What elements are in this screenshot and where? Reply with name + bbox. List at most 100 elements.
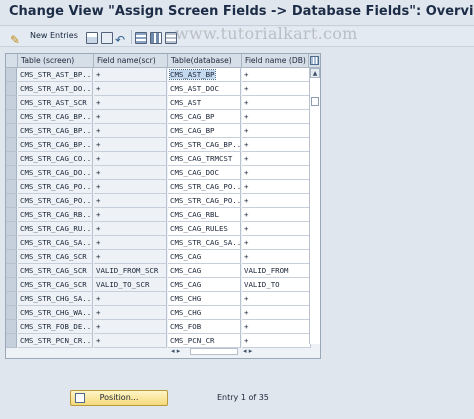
scroll-up-icon[interactable]: ▲ [310,68,320,78]
cell-table-database[interactable]: CMS_STR_CAG_BP... [168,138,241,152]
scroll-left-icon[interactable]: ◂ ▸ [171,346,180,357]
horizontal-scrollbar[interactable] [190,348,238,355]
cell-table-database[interactable]: CMS_CAG_RULES [168,222,241,236]
cell-table-screen[interactable]: CMS_STR_CAG_RU... [18,222,93,236]
row-selector[interactable] [6,152,17,166]
select-all-rows-cell[interactable] [6,54,18,68]
cell-table-database[interactable]: CMS_AST_BP [168,68,241,82]
cell-table-database[interactable]: CMS_CAG_BP [168,124,241,138]
row-selector[interactable] [6,194,17,208]
scroll-right-icon[interactable]: ◂ ▸ [243,346,252,357]
cell-field-name-scr[interactable]: + [94,320,167,334]
col-header-table-database[interactable]: Table(database) [168,54,242,68]
cell-table-database[interactable]: CMS_CAG_RBL [168,208,241,222]
row-selector[interactable] [6,222,17,236]
display-change-button[interactable]: ✎ [10,29,24,47]
row-selector[interactable] [6,124,17,138]
cell-table-screen[interactable]: CMS_STR_CHG_WA... [18,306,93,320]
row-selector[interactable] [6,320,17,334]
cell-table-screen[interactable]: CMS_STR_CAG_DO... [18,166,93,180]
table-row[interactable]: CMS_STR_AST_DO... + CMS_AST_DOC + [6,82,311,96]
table-row[interactable]: CMS_STR_CHG_SA... + CMS_CHG + [6,292,311,306]
cell-field-name-scr[interactable]: VALID_TO_SCR [94,278,167,292]
select-block-button[interactable] [150,29,162,45]
cell-table-screen[interactable]: CMS_STR_AST_SCR [18,96,93,110]
row-selector[interactable] [6,306,17,320]
cell-table-database[interactable]: CMS_AST [168,96,241,110]
cell-table-screen[interactable]: CMS_STR_CAG_BP... [18,110,93,124]
vertical-scrollbar[interactable]: ▲ [309,68,320,344]
cell-field-name-scr[interactable]: + [94,124,167,138]
cell-table-database[interactable]: CMS_AST_DOC [168,82,241,96]
cell-field-name-db[interactable]: + [242,334,311,348]
cell-field-name-db[interactable]: + [242,306,311,320]
cell-field-name-scr[interactable]: + [94,334,167,348]
cell-field-name-db[interactable]: + [242,180,311,194]
cell-table-screen[interactable]: CMS_STR_FOB_DE... [18,320,93,334]
cell-table-database[interactable]: CMS_CAG [168,264,241,278]
cell-field-name-db[interactable]: + [242,138,311,152]
cell-field-name-scr[interactable]: + [94,82,167,96]
cell-table-screen[interactable]: CMS_STR_CAG_SA... [18,236,93,250]
cell-field-name-db[interactable]: + [242,110,311,124]
table-row[interactable]: CMS_STR_CAG_SCR VALID_FROM_SCR CMS_CAG VALI… [6,264,311,278]
cell-field-name-scr[interactable]: + [94,152,167,166]
cell-table-screen[interactable]: CMS_STR_CAG_CO... [18,152,93,166]
row-selector[interactable] [6,96,17,110]
table-row[interactable]: CMS_STR_CAG_DO... + CMS_CAG_DOC + [6,166,311,180]
cell-table-screen[interactable]: CMS_STR_CAG_PO... [18,180,93,194]
table-row[interactable]: CMS_STR_CAG_BP... + CMS_CAG_BP + [6,110,311,124]
row-selector[interactable] [6,166,17,180]
table-row[interactable]: CMS_STR_CAG_PO... + CMS_STR_CAG_PO... + [6,194,311,208]
cell-field-name-db[interactable]: + [242,152,311,166]
row-selector[interactable] [6,180,17,194]
cell-field-name-scr[interactable]: + [94,250,167,264]
cell-table-screen[interactable]: CMS_STR_PCN_CR... [18,334,93,348]
cell-field-name-db[interactable]: VALID_TO [242,278,311,292]
table-row[interactable]: CMS_STR_FOB_DE... + CMS_FOB + [6,320,311,334]
cell-field-name-db[interactable]: + [242,194,311,208]
cell-field-name-db[interactable]: + [242,292,311,306]
cell-table-screen[interactable]: CMS_STR_CAG_BP... [18,138,93,152]
table-row[interactable]: CMS_STR_CAG_BP... + CMS_CAG_BP + [6,124,311,138]
cell-field-name-scr[interactable]: + [94,96,167,110]
table-row[interactable]: CMS_STR_AST_BP... + CMS_AST_BP + [6,68,311,82]
cell-field-name-db[interactable]: + [242,68,311,82]
col-header-field-name-scr[interactable]: Field name(scr) [94,54,168,68]
row-selector[interactable] [6,278,17,292]
cell-table-screen[interactable]: CMS_STR_AST_BP... [18,68,93,82]
cell-field-name-scr[interactable]: + [94,68,167,82]
scroll-thumb[interactable] [311,97,319,106]
cell-table-database[interactable]: CMS_CHG [168,306,241,320]
table-row[interactable]: CMS_STR_CAG_CO... + CMS_CAG_TRMCST + [6,152,311,166]
cell-field-name-scr[interactable]: + [94,166,167,180]
table-row[interactable]: CMS_STR_CAG_SCR VALID_TO_SCR CMS_CAG VALID_… [6,278,311,292]
table-row[interactable]: CMS_STR_CAG_RB... + CMS_CAG_RBL + [6,208,311,222]
row-selector[interactable] [6,68,17,82]
cell-table-screen[interactable]: CMS_STR_CAG_SCR [18,278,93,292]
cell-table-database[interactable]: CMS_STR_CAG_PO... [168,180,241,194]
cell-field-name-scr[interactable]: + [94,236,167,250]
cell-field-name-scr[interactable]: + [94,180,167,194]
table-row[interactable]: CMS_STR_AST_SCR + CMS_AST + [6,96,311,110]
table-settings-button[interactable] [309,54,320,68]
cell-table-screen[interactable]: CMS_STR_CHG_SA... [18,292,93,306]
table-row[interactable]: CMS_STR_CAG_BP... + CMS_STR_CAG_BP... + [6,138,311,152]
cell-field-name-scr[interactable]: + [94,110,167,124]
table-row[interactable]: CMS_STR_PCN_CR... + CMS_PCN_CR + [6,334,311,348]
cell-table-database[interactable]: CMS_CHG [168,292,241,306]
row-selector[interactable] [6,236,17,250]
cell-field-name-db[interactable]: + [242,250,311,264]
cell-field-name-scr[interactable]: + [94,222,167,236]
table-row[interactable]: CMS_STR_CAG_PO... + CMS_STR_CAG_PO... + [6,180,311,194]
row-selector[interactable] [6,208,17,222]
row-selector[interactable] [6,334,17,348]
cell-table-screen[interactable]: CMS_STR_CAG_BP... [18,124,93,138]
row-selector[interactable] [6,292,17,306]
position-button[interactable]: Position... [70,390,168,406]
table-row[interactable]: CMS_STR_CHG_WA... + CMS_CHG + [6,306,311,320]
cell-table-database[interactable]: CMS_CAG [168,278,241,292]
cell-field-name-db[interactable]: + [242,124,311,138]
table-row[interactable]: CMS_STR_CAG_SCR + CMS_CAG + [6,250,311,264]
cell-field-name-scr[interactable]: + [94,138,167,152]
